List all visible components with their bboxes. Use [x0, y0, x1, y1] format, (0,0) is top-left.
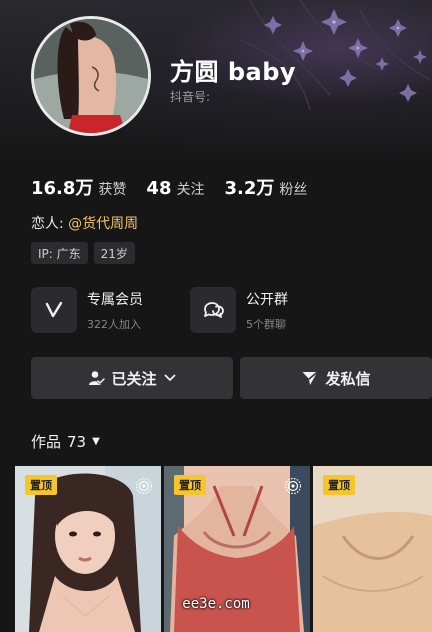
stat-following[interactable]: 48 关注 — [146, 178, 204, 199]
avatar-photo — [34, 19, 148, 133]
lover-info: 恋人: @货代周周 — [31, 213, 138, 233]
stat-followers[interactable]: 3.2万 粉丝 — [224, 174, 307, 200]
pinned-badge: 置顶 — [174, 475, 206, 495]
membership-subtitle: 322人加入 — [87, 318, 141, 331]
works-count: 73 — [67, 432, 87, 451]
douyin-id-label: 抖音号: — [170, 90, 211, 104]
chevron-down-icon — [164, 374, 175, 381]
live-photo-icon — [284, 477, 302, 495]
stat-likes[interactable]: 16.8万 获赞 — [31, 174, 126, 200]
stat-followers-label: 粉丝 — [279, 182, 308, 198]
followed-button-label: 已关注 — [111, 369, 157, 388]
watermark-text: ee3e.com — [182, 596, 250, 612]
stat-following-label: 关注 — [176, 182, 205, 198]
age-tag: 21岁 — [93, 242, 135, 264]
profile-tags: IP: 广东 21岁 — [31, 242, 141, 264]
works-tab[interactable]: 作品 73 ▼ — [31, 431, 100, 452]
user-check-icon — [89, 371, 106, 385]
profile-page: 方圆 baby 抖音号: 16.8万 获赞 48 关注 3.2万 粉丝 恋人: … — [0, 0, 432, 632]
lover-mention-link[interactable]: @货代周周 — [68, 216, 138, 232]
membership-title: 专属会员 — [87, 292, 143, 308]
send-message-label: 发私信 — [325, 369, 371, 388]
public-group-subtitle: 5个群聊 — [246, 318, 286, 331]
send-message-button[interactable]: 发私信 — [240, 357, 432, 399]
works-label: 作品 — [31, 433, 62, 451]
membership-entry[interactable]: 专属会员 322人加入 — [31, 287, 143, 333]
stat-likes-label: 获赞 — [98, 182, 127, 198]
chat-bubbles-icon — [190, 287, 236, 333]
avatar[interactable] — [31, 16, 151, 136]
caret-down-icon: ▼ — [92, 436, 100, 447]
public-group-title: 公开群 — [246, 292, 288, 308]
profile-stats: 16.8万 获赞 48 关注 3.2万 粉丝 — [31, 174, 327, 200]
followed-button[interactable]: 已关注 — [31, 357, 233, 399]
ip-location-tag: IP: 广东 — [31, 242, 88, 264]
live-photo-icon — [135, 477, 153, 495]
stat-followers-value: 3.2万 — [224, 178, 275, 199]
v-icon — [31, 287, 77, 333]
stat-likes-value: 16.8万 — [31, 178, 94, 199]
lover-label: 恋人: — [31, 216, 64, 232]
pinned-badge: 置顶 — [323, 475, 355, 495]
stat-following-value: 48 — [146, 178, 172, 199]
paper-plane-icon — [302, 371, 319, 385]
public-group-entry[interactable]: 公开群 5个群聊 — [190, 287, 288, 333]
pinned-badge: 置顶 — [25, 475, 57, 495]
nickname: 方圆 baby — [170, 58, 297, 86]
